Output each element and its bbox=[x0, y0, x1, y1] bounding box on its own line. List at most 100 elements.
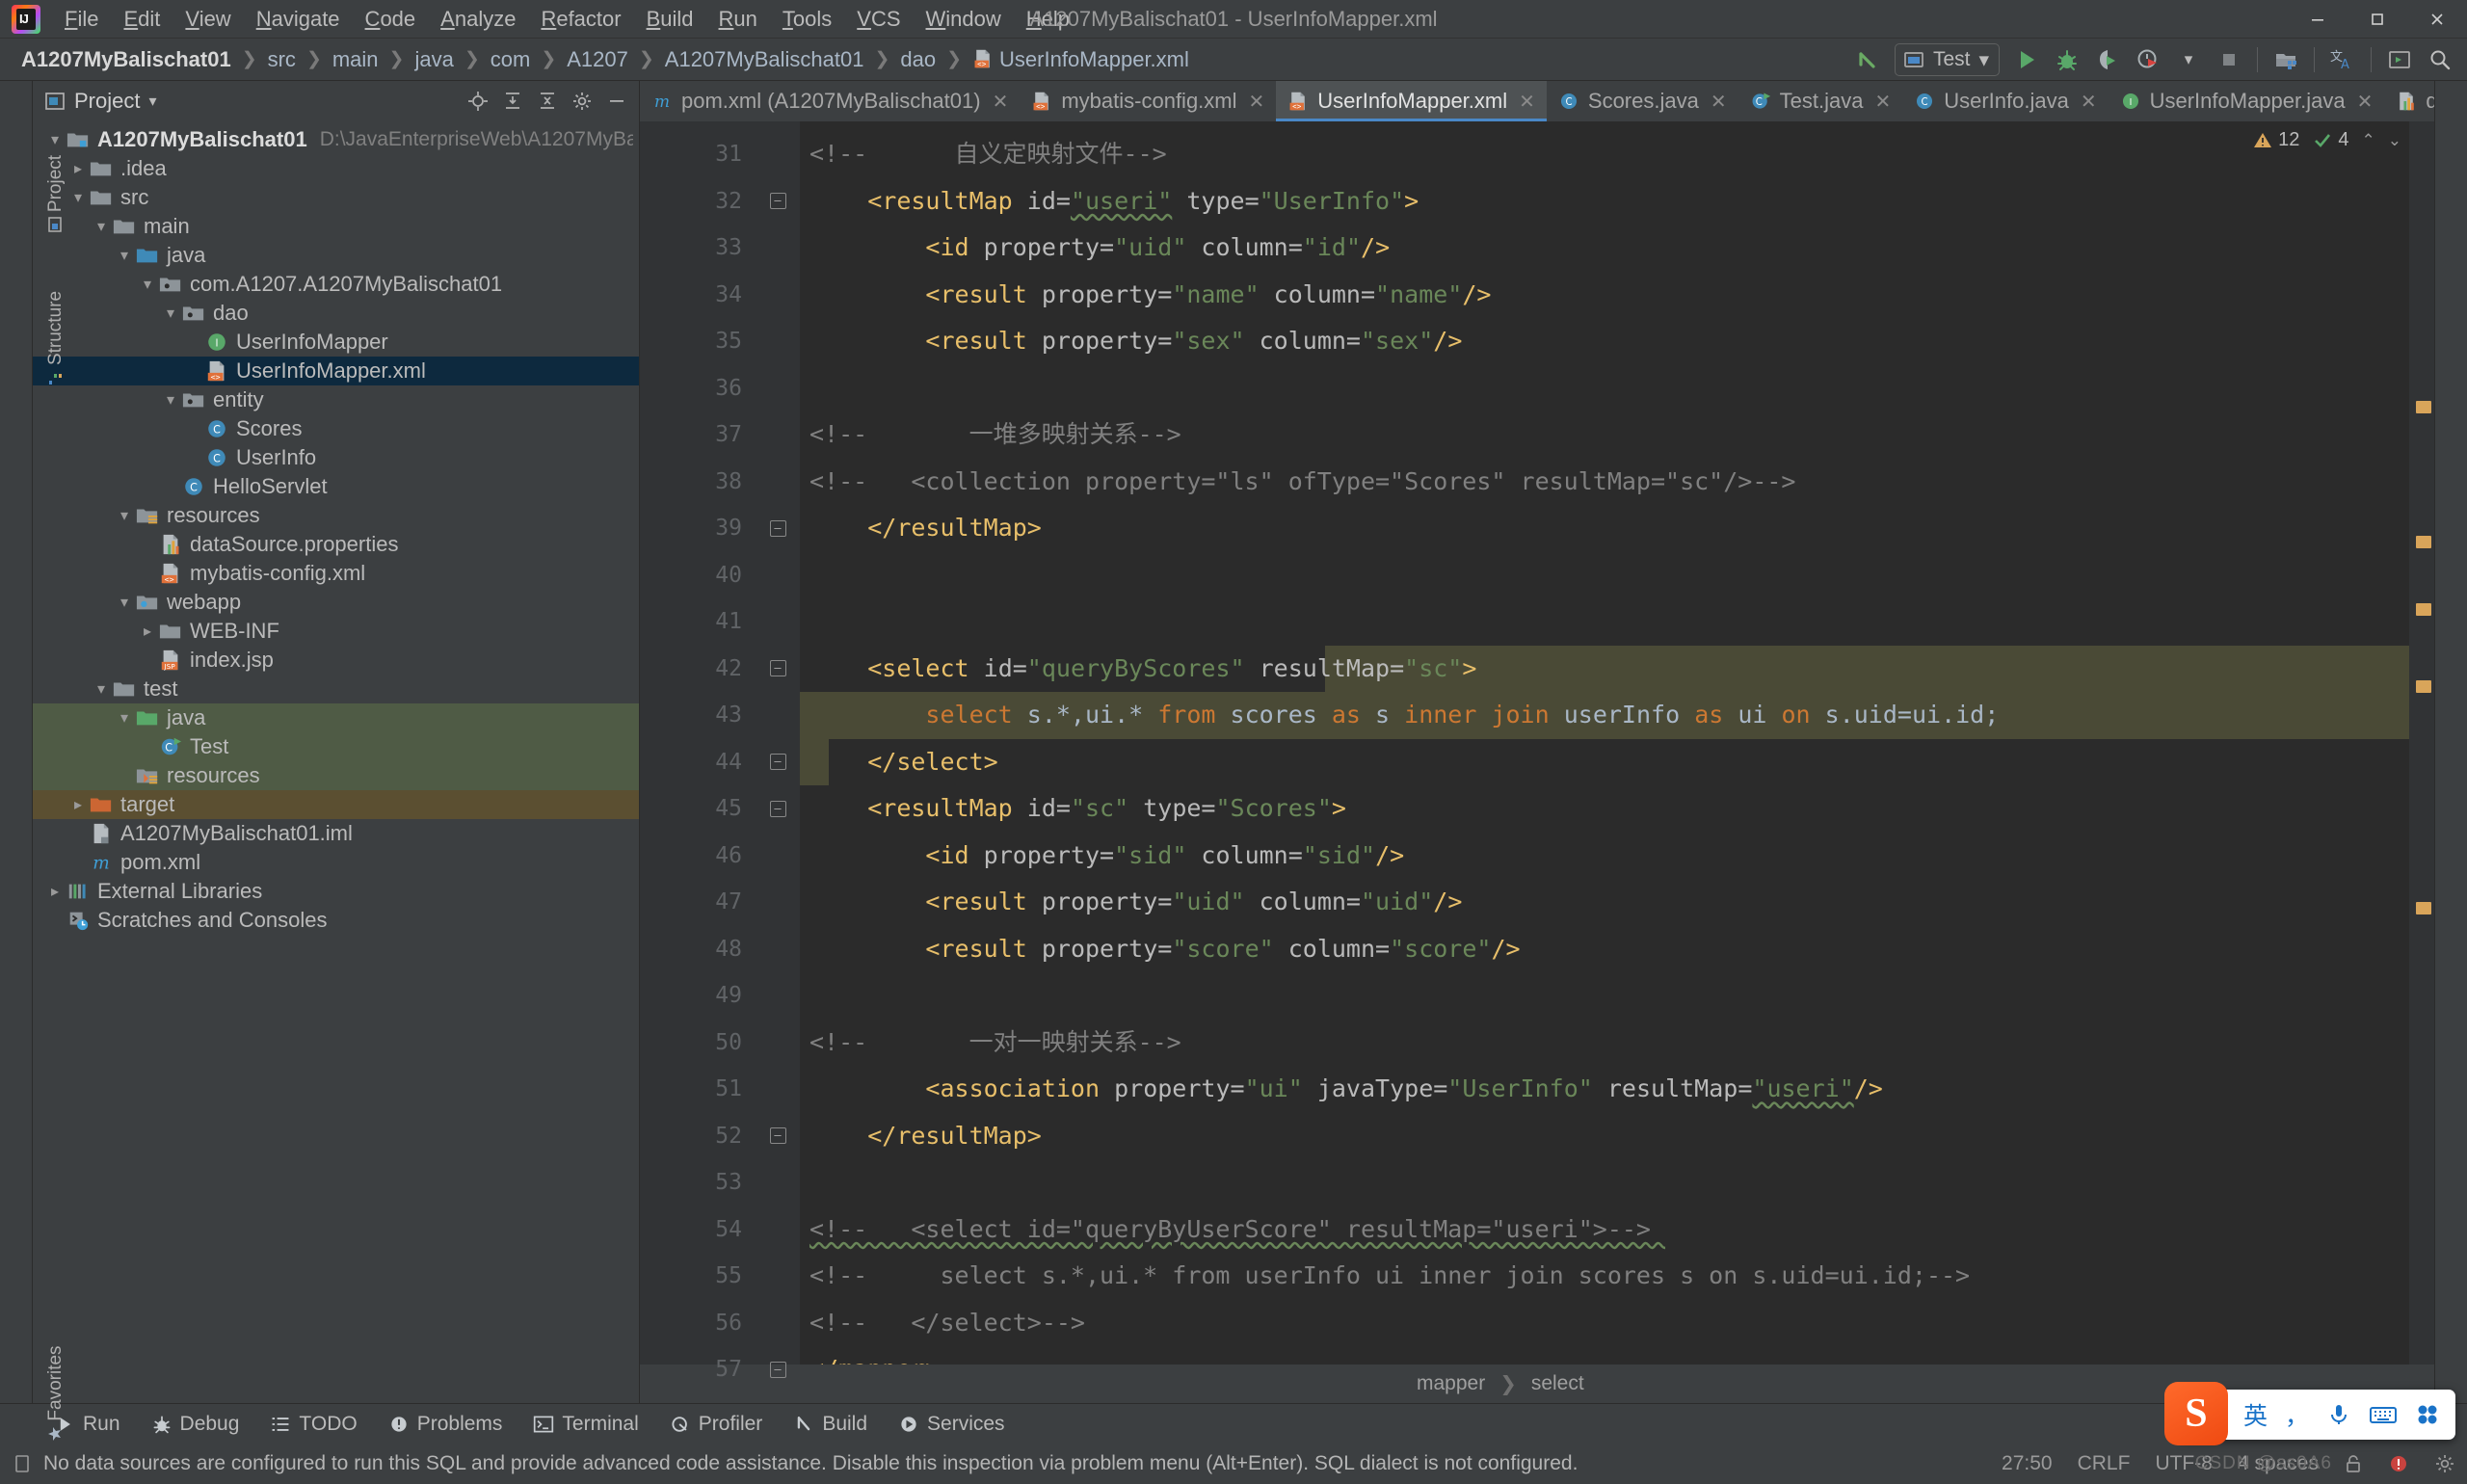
editor-tab-pom-xml-a1207mybalischat01-[interactable]: m pom.xml (A1207MyBalischat01) ✕ bbox=[640, 81, 1020, 121]
tree-node-target[interactable]: ▸ target bbox=[33, 790, 639, 819]
editor-tab-datasource-propertie[interactable]: dataSource.propertie⌄ bbox=[2384, 81, 2434, 121]
tree-node-scores[interactable]: C Scores bbox=[33, 414, 639, 443]
structure-breadcrumb-mapper[interactable]: mapper bbox=[1411, 1370, 1491, 1397]
close-icon[interactable]: ✕ bbox=[993, 90, 1009, 114]
chevron-right-icon[interactable]: ▸ bbox=[137, 622, 158, 641]
editor-code[interactable]: <!-- 自义定映射文件--> <resultMap id="useri" ty… bbox=[800, 121, 2409, 1365]
editor-marker-bar[interactable] bbox=[2409, 121, 2434, 1365]
code-line[interactable]: <resultMap id="useri" type="UserInfo"> bbox=[800, 178, 2409, 225]
tree-node-userinfomapper-xml[interactable]: <> UserInfoMapper.xml bbox=[33, 357, 639, 385]
marker-stripe[interactable] bbox=[2416, 401, 2431, 413]
code-line[interactable] bbox=[800, 1159, 2409, 1206]
chevron-down-icon[interactable]: ▾ bbox=[91, 217, 112, 236]
tree-node-java[interactable]: ▾ java bbox=[33, 241, 639, 270]
tree-node-entity[interactable]: ▾ entity bbox=[33, 385, 639, 414]
next-problem-icon[interactable]: ⌄ bbox=[2388, 131, 2401, 150]
menu-item-view[interactable]: View bbox=[172, 2, 243, 37]
breadcrumb-item-0[interactable]: A1207MyBalischat01 bbox=[13, 45, 239, 74]
menu-item-code[interactable]: Code bbox=[353, 2, 429, 37]
tree-node-a1207mybalischat01-iml[interactable]: A1207MyBalischat01.iml bbox=[33, 819, 639, 848]
settings-gear-icon[interactable] bbox=[566, 86, 598, 117]
editor-tab-scores-java[interactable]: C Scores.java ✕ bbox=[1547, 81, 1738, 121]
tool-window-todo[interactable]: TODO bbox=[254, 1410, 372, 1439]
tool-window-terminal[interactable]: Terminal bbox=[517, 1410, 653, 1439]
sidebar-item-project[interactable]: Project bbox=[45, 121, 68, 266]
project-panel-title[interactable]: Project ▾ bbox=[44, 89, 157, 114]
chevron-right-icon[interactable]: ▸ bbox=[67, 159, 89, 178]
chevron-down-icon[interactable]: ▾ bbox=[114, 708, 135, 728]
tree-node-src[interactable]: ▾ src bbox=[33, 183, 639, 212]
close-icon[interactable]: ✕ bbox=[1874, 90, 1891, 114]
code-line[interactable]: <result property="score" column="score"/… bbox=[800, 926, 2409, 973]
run-icon[interactable] bbox=[2007, 41, 2046, 78]
fold-marker-icon[interactable]: – bbox=[756, 739, 800, 786]
menu-item-run[interactable]: Run bbox=[706, 2, 770, 37]
menu-item-edit[interactable]: Edit bbox=[111, 2, 172, 37]
menu-item-analyze[interactable]: Analyze bbox=[428, 2, 528, 37]
code-line[interactable] bbox=[800, 598, 2409, 646]
code-line[interactable]: </resultMap> bbox=[800, 505, 2409, 552]
editor-tab-test-java[interactable]: C Test.java ✕ bbox=[1738, 81, 1903, 121]
ime-punctuation-toggle[interactable]: ， bbox=[2285, 1397, 2309, 1432]
tree-node-web-inf[interactable]: ▸ WEB-INF bbox=[33, 617, 639, 646]
code-line[interactable]: <select id="queryByScores" resultMap="sc… bbox=[800, 645, 2409, 692]
warning-count-chip[interactable]: 12 bbox=[2252, 129, 2299, 151]
chevron-down-icon[interactable]: ▾ bbox=[137, 275, 158, 294]
close-icon[interactable]: ✕ bbox=[1711, 90, 1727, 114]
tree-node-pom-xml[interactable]: m pom.xml bbox=[33, 848, 639, 877]
menu-item-file[interactable]: File bbox=[52, 2, 111, 37]
tool-window-services[interactable]: Services bbox=[883, 1410, 1021, 1439]
console-icon[interactable] bbox=[2380, 41, 2419, 78]
project-tree[interactable]: ▾ A1207MyBalischat01 D:\JavaEnterpriseWeb\… bbox=[33, 121, 639, 1403]
collapse-all-icon[interactable] bbox=[531, 86, 564, 117]
tree-node-index-jsp[interactable]: JSP index.jsp bbox=[33, 646, 639, 675]
ime-mode-toggle[interactable]: 英 bbox=[2243, 1397, 2268, 1432]
sidebar-item-structure[interactable]: Structure bbox=[45, 266, 68, 411]
prev-problem-icon[interactable]: ⌃ bbox=[2362, 131, 2375, 150]
structure-breadcrumb-select[interactable]: select bbox=[1525, 1370, 1590, 1397]
breadcrumb-item-3[interactable]: java bbox=[407, 45, 461, 74]
breadcrumb-item-8[interactable]: <> UserInfoMapper.xml bbox=[965, 45, 1197, 74]
tree-node-dao[interactable]: ▾ dao bbox=[33, 299, 639, 328]
run-configuration-selector[interactable]: Test ▾ bbox=[1894, 43, 2000, 76]
code-line[interactable]: </select> bbox=[800, 738, 2409, 785]
chevron-right-icon[interactable]: ▸ bbox=[67, 795, 89, 814]
editor-tab-mybatis-config-xml[interactable]: <> mybatis-config.xml ✕ bbox=[1020, 81, 1276, 121]
stop-icon[interactable] bbox=[2210, 41, 2248, 78]
fold-marker-icon[interactable]: – bbox=[756, 178, 800, 225]
line-separator[interactable]: CRLF bbox=[2078, 1452, 2131, 1475]
marker-stripe[interactable] bbox=[2416, 680, 2431, 693]
breadcrumb-item-7[interactable]: dao bbox=[892, 45, 943, 74]
code-line[interactable] bbox=[800, 552, 2409, 599]
tree-node-external-libraries[interactable]: ▸ External Libraries bbox=[33, 877, 639, 906]
microphone-icon[interactable] bbox=[2326, 1402, 2351, 1427]
tree-node--idea[interactable]: ▸ .idea bbox=[33, 154, 639, 183]
apps-grid-icon[interactable] bbox=[2415, 1402, 2440, 1427]
chevron-down-icon[interactable]: ▾ bbox=[114, 506, 135, 525]
chevron-down-icon[interactable]: ▾ bbox=[160, 304, 181, 323]
code-line[interactable]: select s.*,ui.* from scores as s inner j… bbox=[800, 692, 2409, 739]
chevron-down-icon[interactable]: ▾ bbox=[114, 593, 135, 612]
tool-window-profiler[interactable]: Profiler bbox=[654, 1410, 779, 1439]
menu-item-build[interactable]: Build bbox=[634, 2, 706, 37]
maximize-button[interactable] bbox=[2348, 0, 2407, 39]
tree-node-a1207mybalischat01[interactable]: ▾ A1207MyBalischat01 D:\JavaEnterpriseWeb\… bbox=[33, 125, 639, 154]
code-line[interactable]: <result property="sex" column="sex"/> bbox=[800, 318, 2409, 365]
expand-all-icon[interactable] bbox=[496, 86, 529, 117]
code-line[interactable] bbox=[800, 972, 2409, 1020]
chevron-right-icon[interactable]: ▸ bbox=[44, 882, 66, 901]
tree-node-helloservlet[interactable]: C HelloServlet bbox=[33, 472, 639, 501]
menu-item-window[interactable]: Window bbox=[914, 2, 1014, 37]
translate-icon[interactable]: 文A bbox=[2323, 41, 2362, 78]
code-line[interactable]: <!-- 一对一映射关系--> bbox=[800, 1020, 2409, 1067]
editor-tab-userinfomapper-java[interactable]: I UserInfoMapper.java ✕ bbox=[2109, 81, 2385, 121]
code-line[interactable]: <id property="uid" column="id"/> bbox=[800, 225, 2409, 272]
editor-inspection-status[interactable]: 12 4 ⌃ ⌄ bbox=[2252, 129, 2401, 151]
project-structure-icon[interactable] bbox=[2267, 41, 2305, 78]
search-icon[interactable] bbox=[2421, 41, 2459, 78]
code-line[interactable]: <result property="name" column="name"/> bbox=[800, 272, 2409, 319]
ime-widget[interactable]: S 英 ， bbox=[2163, 1382, 2455, 1445]
editor-tab-bar[interactable]: m pom.xml (A1207MyBalischat01) ✕ <> mybatis-… bbox=[640, 81, 2434, 121]
tree-node-webapp[interactable]: ▾ webapp bbox=[33, 588, 639, 617]
code-line[interactable]: <!-- 一堆多映射关系--> bbox=[800, 411, 2409, 459]
